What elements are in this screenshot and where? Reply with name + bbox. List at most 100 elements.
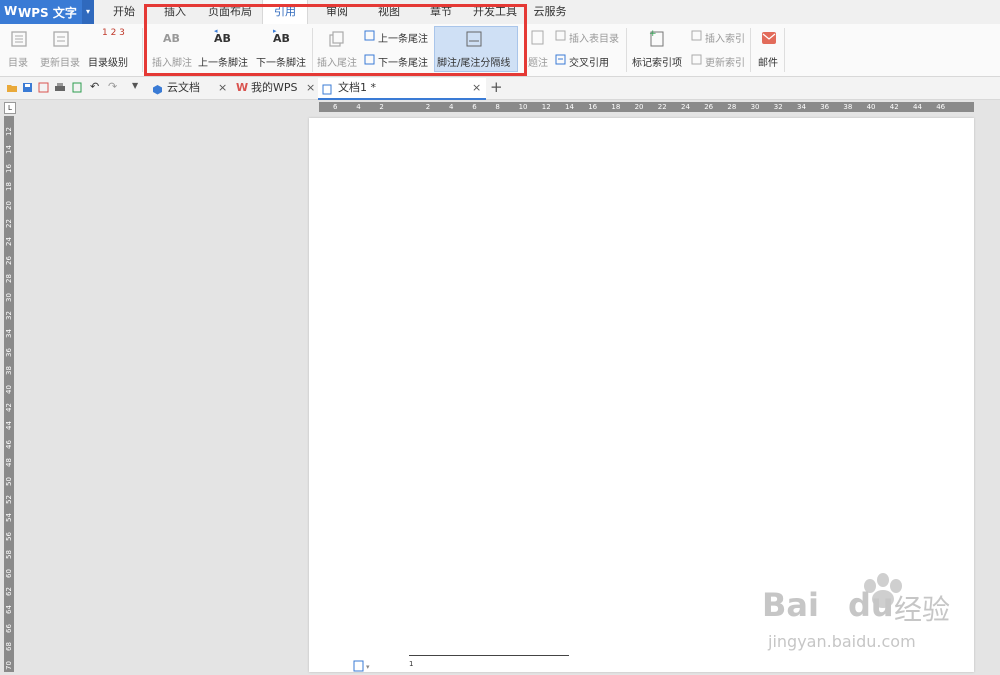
ribbon-separator — [750, 28, 751, 72]
export-pdf-icon[interactable] — [38, 82, 49, 96]
caption-button[interactable]: 题注 — [528, 54, 548, 69]
wps-icon: W — [236, 81, 249, 94]
ruler-number: 2 — [425, 103, 431, 111]
document-icon — [322, 82, 332, 102]
ruler-number: 8 — [495, 103, 500, 111]
watermark-jingyan: 经验 — [894, 593, 951, 626]
tab-cloud-service[interactable]: 云服务 — [530, 0, 570, 24]
ruler-number: 38 — [843, 103, 853, 111]
footnote-number: 1 — [409, 660, 414, 668]
ruler-number: 34 — [5, 329, 13, 339]
caption-icon[interactable] — [531, 30, 545, 49]
ruler-number: 16 — [5, 163, 13, 173]
ruler-number: 40 — [866, 103, 876, 111]
svg-text:+: + — [649, 29, 657, 39]
baidu-watermark: Bai du 经验 jingyan.baidu.com — [760, 566, 975, 666]
insert-table-of-figures-button[interactable]: 插入表目录 — [569, 30, 619, 45]
mail-button[interactable]: 邮件 — [758, 54, 778, 69]
tab-start[interactable]: 开始 — [108, 0, 140, 24]
paste-options-icon[interactable]: ▾ — [353, 660, 373, 675]
cross-reference-button[interactable]: 交叉引用 — [569, 54, 609, 69]
ruler-number: 52 — [5, 495, 13, 504]
watermark-du: du — [848, 586, 894, 624]
mark-index-icon[interactable]: + — [648, 28, 666, 51]
ruler-number: 26 — [704, 103, 714, 111]
ruler-number: 42 — [889, 103, 899, 111]
ruler-number: 28 — [727, 103, 737, 111]
ruler-number: 66 — [5, 623, 13, 633]
tab-label: 文档1 * — [338, 81, 376, 94]
ruler-number: 32 — [773, 103, 783, 111]
ruler-number: 12 — [541, 103, 551, 111]
vertical-ruler[interactable]: 12 14 16 18 20 22 24 26 28 30 32 34 36 38 40 42 44 46 48 50… — [4, 116, 14, 672]
mark-index-button[interactable]: 标记索引项 — [632, 54, 682, 69]
ruler-number: 12 — [5, 127, 13, 136]
open-folder-icon[interactable] — [6, 82, 18, 96]
table-of-figures-icon[interactable] — [555, 30, 567, 45]
toc-level-button[interactable]: 目录级别 — [88, 54, 128, 69]
insert-index-button[interactable]: 插入索引 — [705, 30, 745, 45]
ruler-number: 40 — [5, 384, 13, 394]
mail-icon[interactable] — [761, 31, 777, 48]
footnote-separator-line — [409, 655, 569, 656]
tab-my-wps[interactable]: W 我的WPS × — [234, 78, 316, 98]
ruler-number: 34 — [797, 103, 806, 111]
ruler-number: 30 — [5, 292, 13, 302]
ruler-number: 60 — [5, 568, 13, 578]
insert-index-icon[interactable] — [691, 30, 703, 45]
ruler-number: 6 — [472, 103, 477, 111]
app-dropdown-arrow-icon[interactable]: ▾ — [82, 0, 94, 24]
update-toc-button[interactable]: 更新目录 — [40, 54, 80, 69]
ruler-number: 36 — [820, 103, 830, 111]
tab-close-button[interactable]: × — [306, 78, 315, 98]
ruler-number: 6 — [333, 103, 338, 111]
redo-icon[interactable]: ↷ — [108, 80, 117, 93]
ruler-number: 10 — [518, 103, 528, 111]
ruler-number: 44 — [5, 421, 13, 431]
ruler-number: 68 — [5, 642, 13, 652]
horizontal-ruler[interactable]: 6 4 2 2 4 6 8 10 12 14 16 18 20 22 24 26 28 30 32 34 36 38 40 4… — [319, 102, 974, 112]
print-preview-icon[interactable] — [72, 82, 83, 96]
ruler-number: 22 — [657, 103, 667, 111]
ruler-number: 18 — [5, 182, 13, 192]
ruler-number: 62 — [5, 587, 13, 596]
ruler-number: 54 — [5, 513, 13, 523]
ruler-number: 30 — [750, 103, 760, 111]
update-toc-icon[interactable] — [52, 30, 70, 51]
tab-stop-selector[interactable]: L — [4, 102, 16, 114]
tab-close-button[interactable]: × — [218, 78, 227, 98]
cross-reference-icon[interactable] — [555, 54, 567, 69]
watermark-bai: Bai — [762, 586, 819, 624]
customize-dropdown-icon[interactable]: ▼ — [132, 81, 138, 90]
tab-cloud-docs[interactable]: 云文档 × — [150, 78, 232, 98]
new-tab-button[interactable]: + — [490, 78, 503, 96]
wps-logo-icon: W — [4, 4, 18, 18]
ruler-number: 64 — [5, 605, 13, 615]
save-icon[interactable] — [22, 82, 33, 96]
ruler-number: 4 — [356, 103, 361, 111]
toc-level-icon[interactable]: 1 2 3 — [102, 29, 125, 38]
tab-close-button[interactable]: × — [472, 78, 481, 98]
ruler-number: 58 — [5, 550, 13, 560]
ruler-number: 20 — [634, 103, 644, 111]
tab-document-1[interactable]: 文档1 * × — [318, 78, 486, 100]
toc-icon[interactable] — [10, 30, 28, 51]
ruler-number: 2 — [379, 103, 384, 111]
ruler-number: 18 — [611, 103, 621, 111]
update-index-button[interactable]: 更新索引 — [705, 54, 745, 69]
ribbon-separator — [142, 28, 143, 72]
ribbon-separator — [784, 28, 785, 72]
ruler-number: 20 — [5, 200, 13, 210]
ruler-number: 48 — [5, 458, 13, 468]
ruler-number: 70 — [5, 660, 13, 670]
ribbon-separator — [626, 28, 627, 72]
print-icon[interactable] — [54, 82, 66, 96]
undo-icon[interactable]: ↶ — [90, 80, 99, 93]
ruler-number: 24 — [681, 103, 690, 111]
app-menu-button[interactable]: W WPS 文字 ▾ — [0, 0, 94, 24]
cloud-doc-icon — [152, 82, 163, 102]
update-index-icon[interactable] — [691, 54, 703, 69]
toc-button[interactable]: 目录 — [8, 54, 28, 69]
ruler-number: 22 — [5, 219, 13, 228]
ruler-number: 28 — [5, 274, 13, 284]
